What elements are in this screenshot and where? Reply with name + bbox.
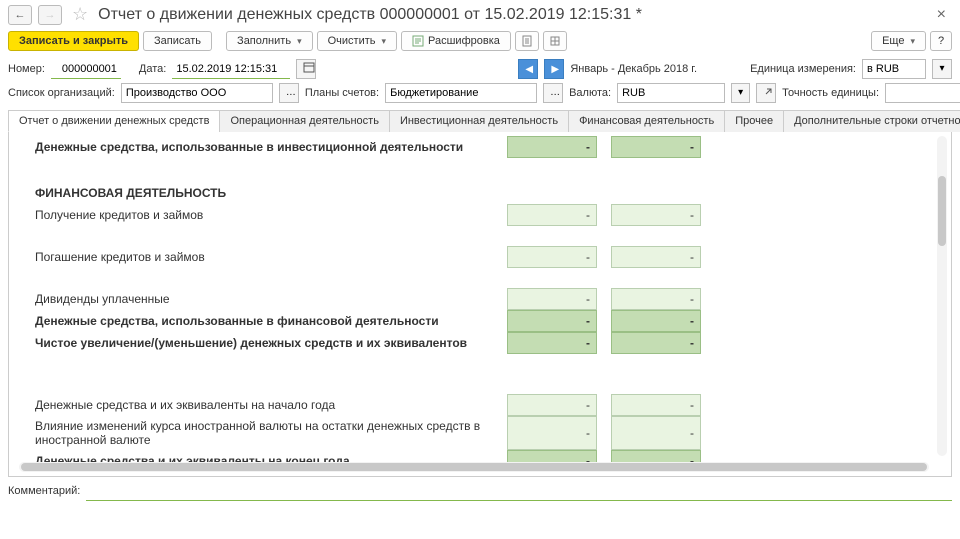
row-description: Денежные средства, использованные в фина… (19, 310, 507, 332)
row-value-cell[interactable]: - (507, 204, 597, 226)
tab-1[interactable]: Операционная деятельность (219, 110, 389, 132)
comment-input[interactable] (86, 481, 952, 501)
row-value-cell[interactable]: - (507, 288, 597, 310)
orgs-input[interactable] (121, 83, 273, 103)
row-value-cell[interactable]: - (507, 246, 597, 268)
forward-button[interactable]: → (38, 5, 62, 25)
report-row: Чистое увеличение/(уменьшение) денежных … (19, 332, 929, 354)
fill-button[interactable]: Заполнить (226, 31, 313, 51)
decode-button[interactable]: Расшифровка (401, 31, 511, 51)
currency-dropdown-button[interactable]: ▾ (731, 83, 750, 103)
clear-button[interactable]: Очистить (317, 31, 397, 51)
row-value-cell[interactable]: - (611, 246, 701, 268)
currency-input[interactable] (617, 83, 725, 103)
tab-5[interactable]: Дополнительные строки отчетности (783, 110, 960, 132)
precision-input[interactable] (885, 83, 960, 103)
toolbar-icon-2[interactable] (543, 31, 567, 51)
row-value-cell[interactable]: - (507, 136, 597, 158)
unit-label: Единица измерения: (750, 63, 856, 75)
row-description: Денежные средства, использованные в инве… (19, 136, 507, 158)
row-value-cell[interactable]: - (611, 332, 701, 354)
page-title: Отчет о движении денежных средств 000000… (98, 6, 925, 24)
sheet-icon (521, 35, 533, 47)
date-input[interactable] (172, 59, 290, 79)
toolbar-icon-1[interactable] (515, 31, 539, 51)
period-next-button[interactable]: ▶ (544, 59, 564, 79)
more-button[interactable]: Еще (871, 31, 926, 51)
row-description: Денежные средства и их эквиваленты на на… (19, 394, 507, 416)
row-value-cell[interactable]: - (611, 394, 701, 416)
number-label: Номер: (8, 63, 45, 75)
tab-2[interactable]: Инвестиционная деятельность (389, 110, 569, 132)
plans-select-button[interactable]: … (543, 83, 563, 103)
tab-4[interactable]: Прочее (724, 110, 784, 132)
vertical-scrollbar[interactable] (937, 136, 947, 456)
row-value-cell[interactable]: - (507, 332, 597, 354)
row-value-cell[interactable]: - (507, 394, 597, 416)
report-row: Денежные средства, использованные в инве… (19, 136, 929, 158)
row-value-cell[interactable]: - (611, 204, 701, 226)
plans-label: Планы счетов: (305, 87, 379, 99)
period-prev-button[interactable]: ◀ (518, 59, 538, 79)
report-row: Влияние изменений курса иностранной валю… (19, 416, 929, 450)
date-calendar-button[interactable] (296, 59, 316, 79)
tab-3[interactable]: Финансовая деятельность (568, 110, 725, 132)
plans-input[interactable] (385, 83, 537, 103)
row-value-cell[interactable]: - (507, 310, 597, 332)
row-value-cell[interactable]: - (611, 310, 701, 332)
decode-label: Расшифровка (428, 35, 500, 47)
period-text: Январь - Декабрь 2018 г. (570, 63, 697, 75)
row-description: Дивиденды уплаченные (19, 288, 507, 310)
unit-dropdown-button[interactable]: ▾ (932, 59, 952, 79)
currency-open-button[interactable] (756, 83, 776, 103)
save-button[interactable]: Записать (143, 31, 212, 51)
tab-0[interactable]: Отчет о движении денежных средств (8, 110, 220, 132)
orgs-select-button[interactable]: … (279, 83, 299, 103)
report-row: Денежные средства и их эквиваленты на на… (19, 394, 929, 416)
precision-label: Точность единицы: (782, 87, 879, 99)
back-button[interactable]: ← (8, 5, 32, 25)
section-heading: ФИНАНСОВАЯ ДЕЯТЕЛЬНОСТЬ (19, 178, 929, 204)
star-icon[interactable]: ☆ (72, 4, 88, 25)
row-value-cell[interactable]: - (611, 136, 701, 158)
decode-icon (412, 35, 424, 47)
open-icon (763, 85, 775, 97)
report-row: Денежные средства, использованные в фина… (19, 310, 929, 332)
row-description: Чистое увеличение/(уменьшение) денежных … (19, 332, 507, 354)
row-value-cell[interactable]: - (507, 416, 597, 450)
close-button[interactable]: × (931, 6, 952, 24)
report-row: Дивиденды уплаченные-- (19, 288, 929, 310)
help-button[interactable]: ? (930, 31, 952, 51)
row-value-cell[interactable]: - (611, 288, 701, 310)
unit-input[interactable] (862, 59, 926, 79)
tab-bar: Отчет о движении денежных средствОпераци… (8, 109, 952, 132)
report-grid[interactable]: Денежные средства, использованные в инве… (19, 136, 929, 466)
orgs-label: Список организаций: (8, 87, 115, 99)
report-row: Погашение кредитов и займов-- (19, 246, 929, 268)
row-description: Погашение кредитов и займов (19, 246, 507, 268)
date-label: Дата: (139, 63, 166, 75)
grid-icon (549, 35, 561, 47)
horizontal-scrollbar[interactable] (19, 462, 929, 472)
row-description: Влияние изменений курса иностранной валю… (19, 416, 507, 450)
row-description: Получение кредитов и займов (19, 204, 507, 226)
save-and-close-button[interactable]: Записать и закрыть (8, 31, 139, 51)
currency-label: Валюта: (569, 87, 611, 99)
report-row: Получение кредитов и займов-- (19, 204, 929, 226)
row-value-cell[interactable]: - (611, 416, 701, 450)
comment-label: Комментарий: (8, 485, 80, 497)
number-input[interactable] (51, 59, 121, 79)
calendar-icon (303, 61, 315, 73)
